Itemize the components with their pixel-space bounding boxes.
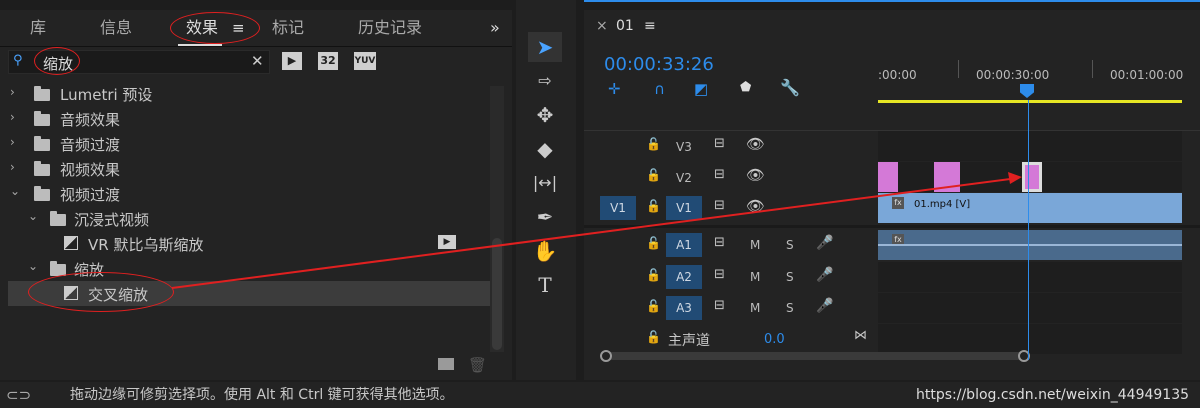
annotation-arrow — [171, 172, 1022, 289]
watermark: https://blog.csdn.net/weixin_44949135 — [916, 387, 1190, 403]
status-text: 拖动边缘可修剪选择项。使用 Alt 和 Ctrl 键可获得其他选项。 — [70, 387, 454, 403]
creative-cloud-icon[interactable]: ⊂⊃ — [6, 382, 31, 408]
status-bar: ⊂⊃ 拖动边缘可修剪选择项。使用 Alt 和 Ctrl 键可获得其他选项。 ht… — [0, 382, 1200, 408]
